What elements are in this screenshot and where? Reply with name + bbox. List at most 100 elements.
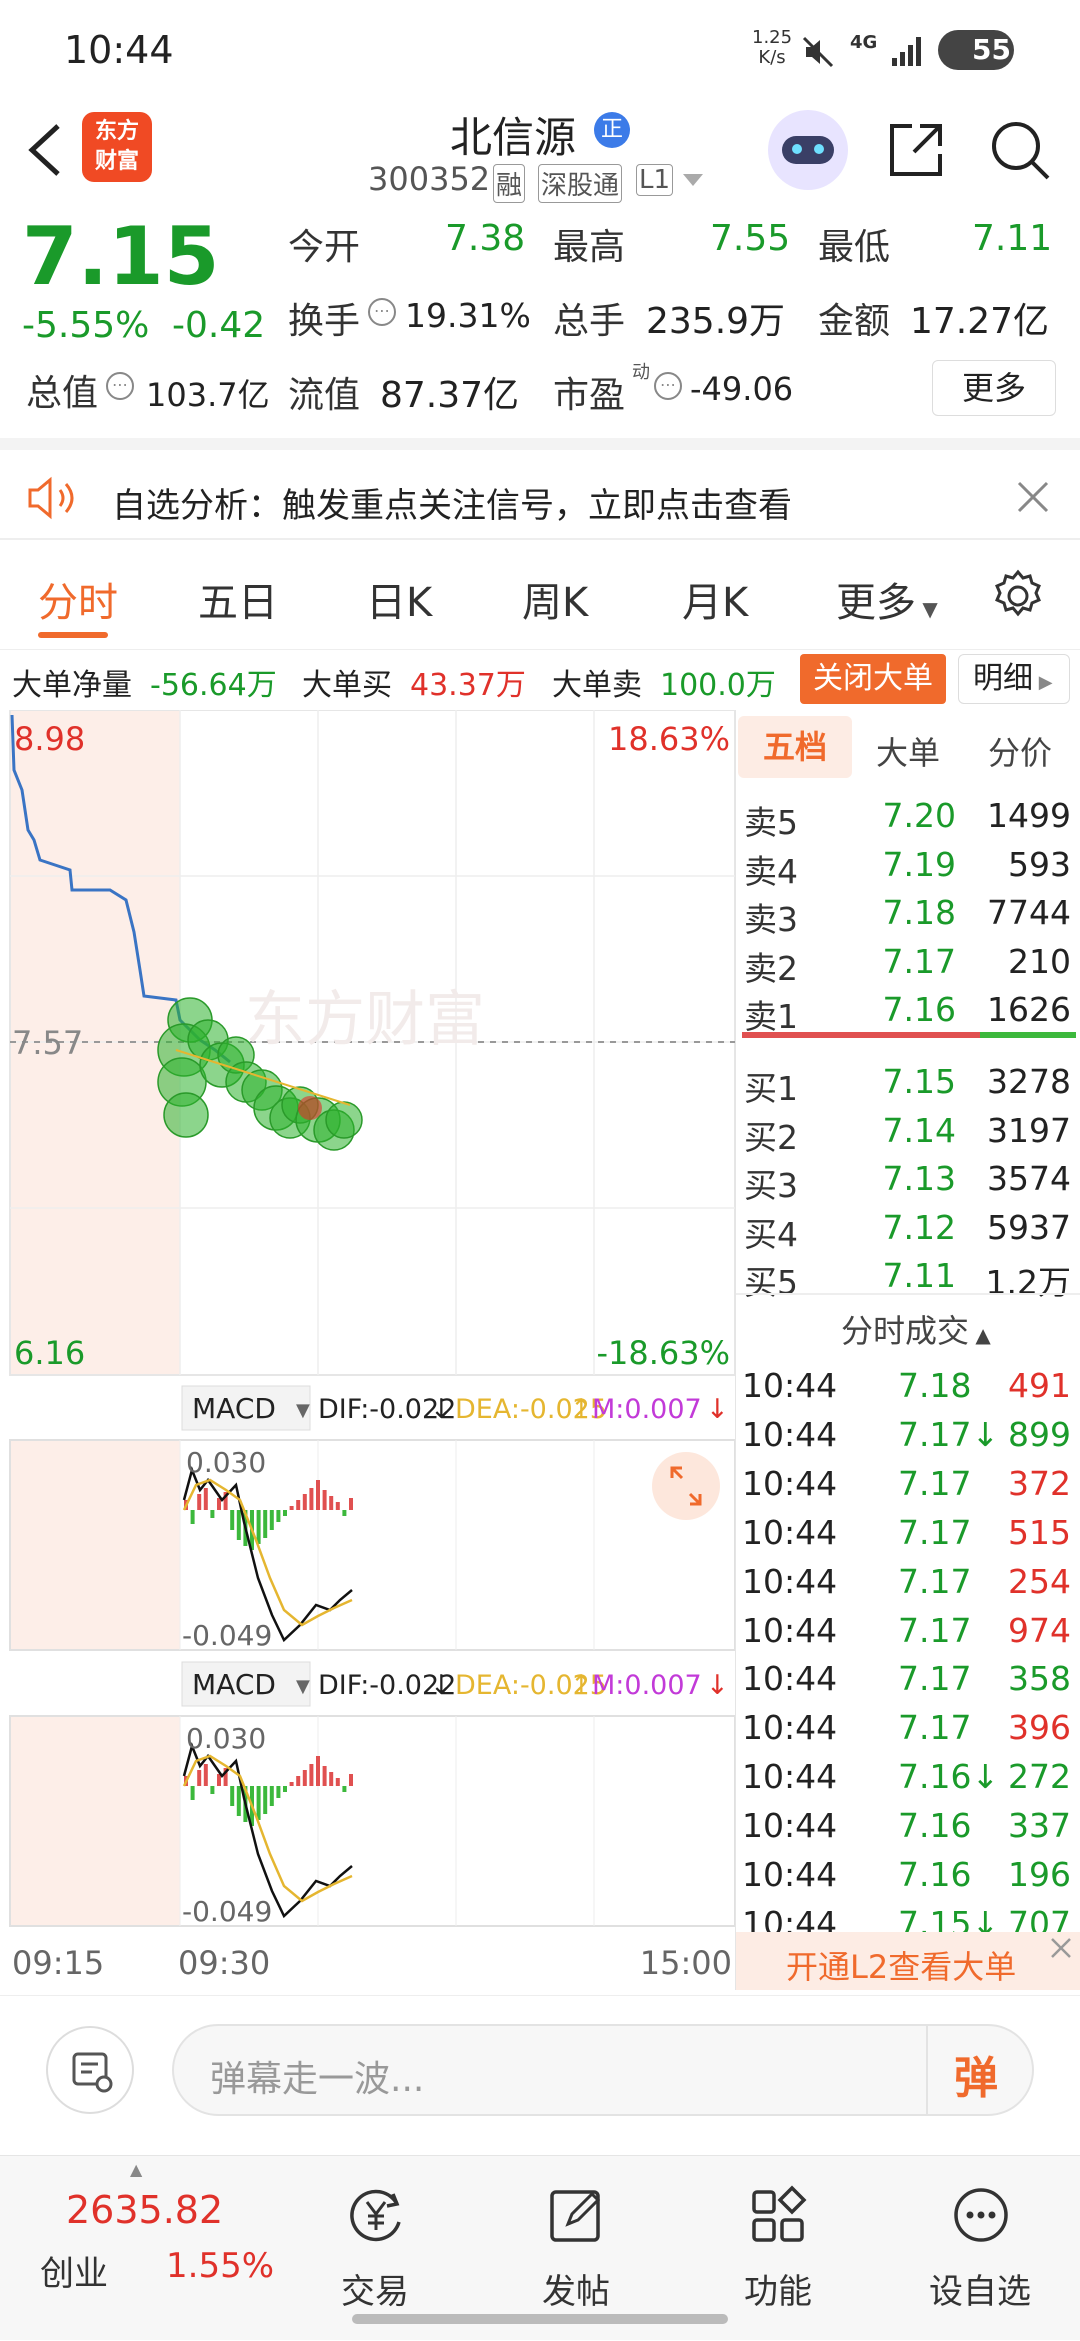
danmaku-settings-button[interactable] bbox=[46, 2026, 134, 2114]
detail-button[interactable]: 明细 ▶ bbox=[958, 654, 1070, 704]
trade-row: 10:44 7.17↓ 899 bbox=[736, 1411, 1080, 1459]
macd-selector[interactable]: MACD bbox=[192, 1392, 276, 1425]
comment-bar: 弹幕走一波... 弹 bbox=[0, 1995, 1080, 2145]
more-button[interactable]: 更多 bbox=[932, 360, 1056, 416]
tab-more[interactable]: 更多 ▼ bbox=[836, 570, 938, 628]
svg-text:▼: ▼ bbox=[296, 1676, 310, 1697]
share-icon[interactable] bbox=[886, 120, 946, 180]
tab-monthly-k[interactable]: 月K bbox=[682, 570, 748, 628]
home-indicator bbox=[352, 2314, 728, 2324]
bid-row[interactable]: 买2 7.14 3197 bbox=[736, 1107, 1080, 1157]
trade-volume: 358 bbox=[1008, 1659, 1071, 1699]
trade-price: 7.17 bbox=[898, 1512, 972, 1552]
tab-big-orders[interactable]: 大单 bbox=[876, 728, 940, 774]
macd-bar bbox=[329, 1496, 334, 1510]
tab-price-split[interactable]: 分价 bbox=[988, 728, 1052, 774]
macd-bar bbox=[203, 1488, 208, 1510]
active-tab-indicator bbox=[38, 632, 108, 638]
info-icon[interactable]: ⋯ bbox=[654, 372, 682, 400]
macd-bar bbox=[276, 1510, 281, 1522]
danmaku-input[interactable]: 弹幕走一波... 弹 bbox=[172, 2024, 1034, 2116]
level-price: 7.20 bbox=[882, 796, 956, 835]
macd-bar bbox=[316, 1480, 320, 1510]
tag-connect: 深股通 bbox=[538, 164, 623, 203]
float-label: 流值 bbox=[288, 375, 361, 416]
battery-icon: 55 bbox=[938, 30, 1014, 70]
macd-bar bbox=[236, 1786, 241, 1816]
svg-text:↓: ↓ bbox=[706, 1394, 729, 1425]
macd-bar bbox=[256, 1510, 261, 1544]
badge-icon: 正 bbox=[594, 112, 630, 148]
grid-apps-icon bbox=[752, 2185, 807, 2242]
big-order-bar: 大单净量 -56.64万 大单买 43.37万 大单卖 100.0万 关闭大单 … bbox=[0, 650, 1080, 710]
level-label: 买4 bbox=[744, 1214, 798, 1254]
more-dots-icon bbox=[954, 2188, 1008, 2242]
macd-bar bbox=[190, 1786, 195, 1800]
macd-bar bbox=[283, 1786, 287, 1792]
tab-intraday[interactable]: 分时 bbox=[38, 570, 118, 628]
net-speed: 1.25 K/s bbox=[752, 27, 793, 68]
macd-bar bbox=[263, 1510, 268, 1538]
back-icon[interactable] bbox=[22, 120, 66, 180]
quote-panel: 7.15 -5.55% -0.42 今开 7.38 最高 7.55 最低 7.1… bbox=[0, 210, 1080, 438]
amount-label: 金额 bbox=[818, 301, 891, 342]
macd-bar bbox=[289, 1782, 294, 1786]
search-icon[interactable] bbox=[988, 118, 1052, 182]
intraday-chart[interactable]: 东方财富 8.98 18.63% 7.57 6.16 -18.63% MACD … bbox=[0, 710, 735, 1990]
trade-price: 7.17 bbox=[898, 1463, 972, 1503]
level-label: 买2 bbox=[744, 1117, 798, 1157]
info-icon[interactable]: ⋯ bbox=[368, 298, 396, 326]
app-logo[interactable]: 东方 财富 bbox=[82, 112, 152, 182]
trade-time: 10:44 bbox=[742, 1757, 838, 1797]
open-value: 7.38 bbox=[445, 218, 526, 259]
level-price: 7.17 bbox=[882, 941, 956, 981]
close-icon[interactable] bbox=[1049, 1936, 1073, 1960]
notice-bar[interactable]: 自选分析：触发重点关注信号，立即点击查看 bbox=[0, 438, 1080, 540]
send-danmaku-button[interactable]: 弹 bbox=[954, 2042, 998, 2106]
close-big-order-button[interactable]: 关闭大单 bbox=[800, 654, 946, 704]
level-price: 7.16 bbox=[882, 990, 956, 1029]
level-volume: 3278 bbox=[987, 1062, 1071, 1101]
settings-gear-icon[interactable] bbox=[990, 568, 1046, 624]
macd-m: M:0.007 bbox=[592, 1670, 702, 1701]
bid-ratio-bar bbox=[980, 1032, 1076, 1038]
bid-row[interactable]: 买3 7.13 3574 bbox=[736, 1155, 1080, 1205]
tab-five-day[interactable]: 五日 bbox=[198, 570, 278, 628]
notice-text: 自选分析：触发重点关注信号，立即点击查看 bbox=[112, 486, 792, 526]
trade-row: 10:44 7.16↓ 272 bbox=[736, 1753, 1080, 1801]
sell-value: 100.0万 bbox=[660, 668, 776, 703]
macd-bar bbox=[349, 1498, 353, 1510]
trades-title[interactable]: 分时成交 ▲ bbox=[841, 1306, 991, 1352]
l2-promo[interactable]: 开通L2查看大单 bbox=[736, 1932, 1080, 1990]
ask-row[interactable]: 卖5 7.20 1499 bbox=[736, 792, 1080, 842]
ask-row[interactable]: 卖2 7.17 210 bbox=[736, 938, 1080, 988]
trade-time: 10:44 bbox=[742, 1366, 838, 1405]
mcap-label: 总值 bbox=[26, 373, 99, 414]
chevron-down-icon[interactable] bbox=[683, 174, 703, 188]
bid-row[interactable]: 买1 7.15 3278 bbox=[736, 1058, 1080, 1108]
macd-bar bbox=[263, 1786, 268, 1814]
macd-bar bbox=[210, 1786, 215, 1794]
ask-row[interactable]: 卖1 7.16 1626 bbox=[736, 986, 1080, 1036]
tab-daily-k[interactable]: 日K bbox=[366, 570, 432, 628]
level-volume: 7744 bbox=[987, 893, 1071, 932]
ask-row[interactable]: 卖3 7.18 7744 bbox=[736, 889, 1080, 939]
tab-weekly-k[interactable]: 周K bbox=[522, 570, 588, 628]
index-pct: 1.55% bbox=[166, 2246, 275, 2286]
level-volume: 1626 bbox=[987, 990, 1071, 1029]
turnover-value: 19.31% bbox=[405, 296, 531, 335]
bid-row[interactable]: 买4 7.12 5937 bbox=[736, 1204, 1080, 1254]
info-icon[interactable]: ⋯ bbox=[106, 372, 134, 400]
close-icon[interactable] bbox=[1016, 480, 1050, 514]
index-ticker[interactable]: ▲ 2635.82 创业 1.55% bbox=[0, 2156, 280, 2341]
tag-level: L1 bbox=[636, 164, 674, 196]
macd-bar bbox=[283, 1510, 287, 1516]
trade-price: 7.17 bbox=[898, 1659, 972, 1699]
ask-row[interactable]: 卖4 7.19 593 bbox=[736, 841, 1080, 891]
assistant-avatar[interactable] bbox=[768, 110, 848, 190]
net-label: 大单净量 bbox=[12, 668, 132, 703]
amount-value: 17.27亿 bbox=[910, 301, 1050, 342]
nav-add-watchlist[interactable]: 设自选 bbox=[880, 2156, 1080, 2341]
macd-selector[interactable]: MACD bbox=[192, 1668, 276, 1701]
tab-level5[interactable]: 五档 bbox=[738, 716, 852, 778]
